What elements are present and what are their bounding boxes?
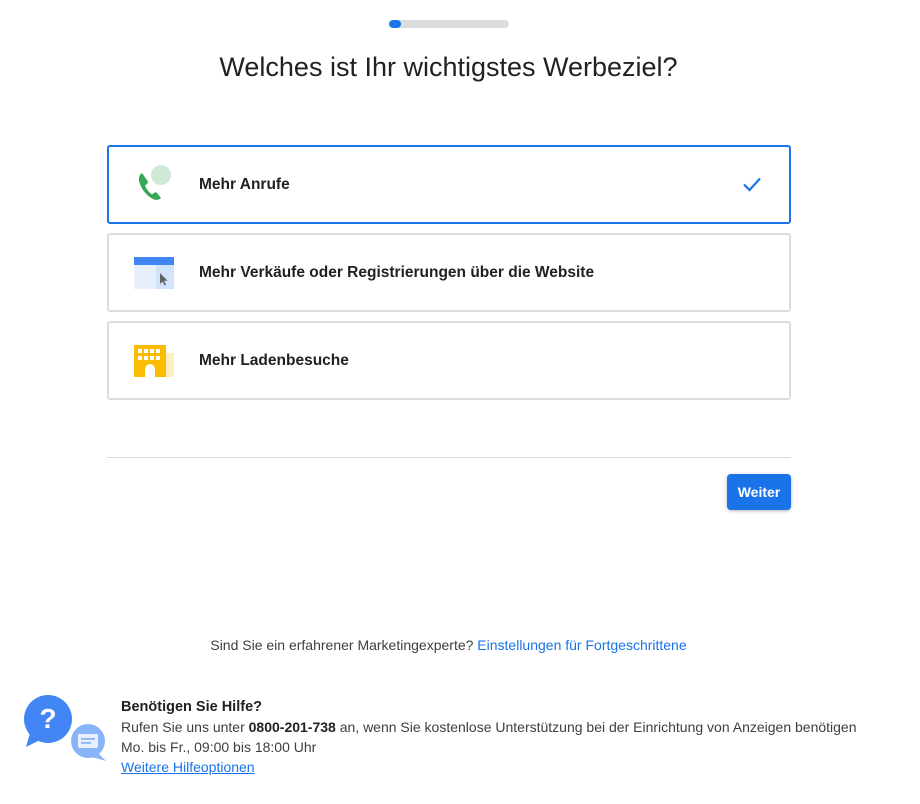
next-button[interactable]: Weiter — [727, 474, 791, 510]
goal-option-store-visits[interactable]: Mehr Ladenbesuche — [107, 321, 791, 400]
goal-selection-page: Welches ist Ihr wichtigstes Werbeziel? M… — [0, 0, 920, 804]
checkmark-icon — [743, 177, 761, 192]
advanced-settings-link[interactable]: Einstellungen für Fortgeschrittene — [477, 637, 686, 653]
phone-chat-icon — [132, 163, 176, 207]
help-phone-line: Rufen Sie uns unter 0800-201-738 an, wen… — [121, 717, 911, 737]
divider — [107, 457, 791, 458]
progress-bar — [389, 20, 509, 28]
progress-fill — [389, 20, 401, 28]
help-hours: Mo. bis Fr., 09:00 bis 18:00 Uhr — [121, 739, 317, 755]
page-title: Welches ist Ihr wichtigstes Werbeziel? — [219, 52, 678, 82]
help-phone-number: 0800-201-738 — [248, 719, 336, 735]
goal-option-label: Mehr Anrufe — [199, 175, 290, 193]
goal-options-list: Mehr Anrufe Mehr Verkäufe oder Registrie… — [107, 145, 791, 409]
help-title: Benötigen Sie Hilfe? — [121, 699, 262, 715]
goal-option-label: Mehr Verkäufe oder Registrierungen über … — [199, 263, 595, 281]
advanced-question: Sind Sie ein erfahrener Marketingexperte… — [210, 637, 474, 653]
goal-option-website[interactable]: Mehr Verkäufe oder Registrierungen über … — [107, 233, 791, 312]
store-building-icon — [132, 339, 176, 383]
help-section: Benötigen Sie Hilfe? Rufen Sie uns unter… — [121, 697, 911, 777]
help-text-after: an, wenn Sie kostenlose Unterstützung be… — [339, 719, 857, 735]
advanced-settings-prompt: Sind Sie ein erfahrener Marketingexperte… — [0, 637, 897, 653]
website-cursor-icon — [132, 251, 176, 295]
goal-option-calls[interactable]: Mehr Anrufe — [107, 145, 791, 224]
svg-text:?: ? — [39, 703, 56, 734]
goal-option-label: Mehr Ladenbesuche — [199, 351, 349, 369]
help-text-before: Rufen Sie uns unter — [121, 719, 245, 735]
help-chat-icon: ? — [22, 695, 108, 761]
more-help-options-link[interactable]: Weitere Hilfeoptionen — [121, 759, 255, 775]
